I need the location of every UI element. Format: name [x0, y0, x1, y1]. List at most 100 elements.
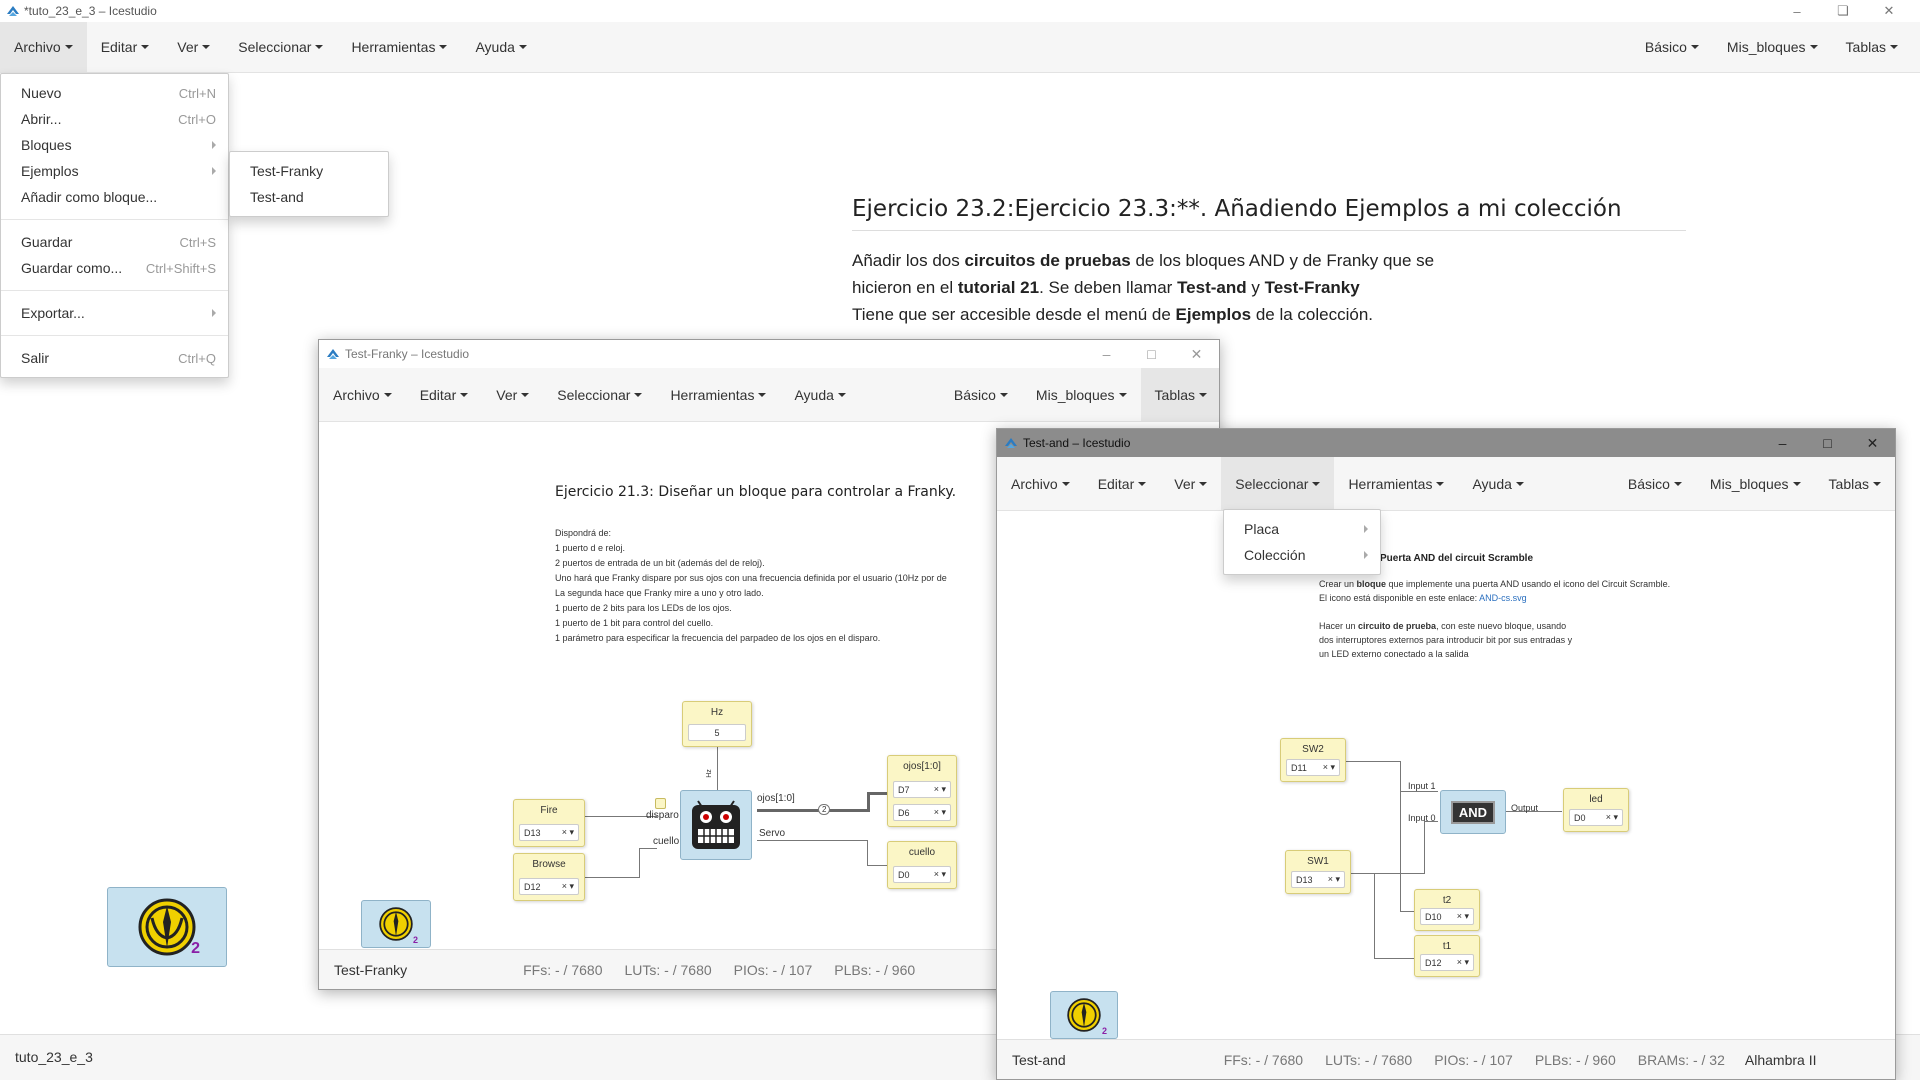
menu-ver[interactable]: Ver — [163, 22, 224, 72]
collection-block[interactable]: 2 — [107, 887, 227, 967]
menu-editar[interactable]: Editar — [1084, 457, 1161, 510]
menu-archivo[interactable]: Archivo — [319, 368, 406, 421]
menu-item-test-and[interactable]: Test-and — [230, 184, 388, 210]
menu-item-coleccion[interactable]: Colección — [1224, 542, 1380, 568]
close-icon[interactable]: ✕ — [1850, 429, 1895, 457]
menu-item-anadir-como-bloque[interactable]: Añadir como bloque... — [1, 184, 228, 210]
menu-item-exportar[interactable]: Exportar... — [1, 300, 228, 326]
icestudio-logo-icon — [7, 6, 19, 16]
ojos-output-block[interactable]: ojos[1:0] D7 × ▾ D6 × ▾ — [887, 755, 957, 827]
pios-counter: PIOs: - / 107 — [1434, 1051, 1513, 1068]
menu-ayuda[interactable]: Ayuda — [780, 368, 859, 421]
led-output-block[interactable]: led D0 × ▾ — [1563, 788, 1629, 832]
minimize-icon[interactable]: – — [1084, 340, 1129, 368]
bus-wire — [867, 792, 887, 795]
menu-ayuda[interactable]: Ayuda — [461, 22, 540, 72]
menu-mis-bloques[interactable]: Mis_bloques — [1713, 22, 1832, 72]
collection-block[interactable]: 2 — [1050, 991, 1118, 1039]
and-svg-link[interactable]: AND-cs.svg — [1479, 593, 1527, 603]
menu-editar[interactable]: Editar — [406, 368, 483, 421]
menu-ayuda[interactable]: Ayuda — [1458, 457, 1537, 510]
caret-down-icon — [1118, 392, 1127, 397]
desc-line: 1 parámetro para especificar la frecuenc… — [555, 633, 881, 643]
menu-item-test-franky[interactable]: Test-Franky — [230, 158, 388, 184]
and-status-bar: Test-and FFs: - / 7680 LUTs: - / 7680 PI… — [997, 1039, 1895, 1079]
t2-output-block[interactable]: t2 D10 × ▾ — [1414, 889, 1480, 931]
menu-item-label: Añadir como bloque... — [21, 189, 158, 205]
maximize-icon[interactable]: □ — [1805, 429, 1850, 457]
menu-basico[interactable]: Básico — [1614, 457, 1696, 510]
caret-down-icon — [758, 392, 767, 397]
menu-seleccionar[interactable]: Seleccionar — [1221, 457, 1335, 510]
menu-herramientas[interactable]: Herramientas — [656, 368, 780, 421]
pin-select[interactable]: D7 × ▾ — [893, 781, 951, 798]
doc-text: . Se deben llamar — [1039, 278, 1178, 297]
pin-select[interactable]: D13 × ▾ — [519, 824, 579, 841]
menu-seleccionar[interactable]: Seleccionar — [543, 368, 656, 421]
menu-seleccionar[interactable]: Seleccionar — [224, 22, 337, 72]
menu-basico[interactable]: Básico — [1631, 22, 1713, 72]
hz-constant-block[interactable]: Hz 5 — [682, 701, 752, 747]
menu-mis-bloques[interactable]: Mis_bloques — [1022, 368, 1141, 421]
t1-output-block[interactable]: t1 D12 × ▾ — [1414, 935, 1480, 977]
menu-herramientas[interactable]: Herramientas — [1334, 457, 1458, 510]
jedi-emblem-icon — [1067, 998, 1101, 1032]
close-icon[interactable]: ✕ — [1174, 340, 1219, 368]
menu-ver[interactable]: Ver — [482, 368, 543, 421]
desc-line: El icono está disponible en este enlace:… — [1319, 591, 1670, 605]
collection-block[interactable]: 2 — [361, 900, 431, 948]
menu-tablas[interactable]: Tablas — [1140, 368, 1219, 421]
sw2-input-block[interactable]: SW2 D11 × ▾ — [1280, 738, 1346, 782]
doc-text: y — [1246, 278, 1265, 297]
pin-select[interactable]: D11 × ▾ — [1286, 759, 1340, 776]
browse-input-block[interactable]: Browse D12 × ▾ — [513, 853, 585, 901]
fire-input-block[interactable]: Fire D13 × ▾ — [513, 799, 585, 847]
close-icon[interactable]: ✕ — [1866, 0, 1912, 22]
and-gate-block[interactable]: AND — [1440, 790, 1506, 834]
shortcut-label: Ctrl+N — [178, 85, 216, 101]
pin-select[interactable]: D6 × ▾ — [893, 804, 951, 821]
menu-editar[interactable]: Editar — [87, 22, 164, 72]
menu-tablas[interactable]: Tablas — [1815, 457, 1895, 510]
board-selector[interactable]: Alhambra II — [1745, 1052, 1817, 1068]
menu-item-ejemplos[interactable]: Ejemplos — [1, 158, 228, 184]
desc-line: dos interruptores externos para introduc… — [1319, 635, 1573, 645]
menu-mis-bloques[interactable]: Mis_bloques — [1696, 457, 1815, 510]
cuello-output-block[interactable]: cuello D0 × ▾ — [887, 841, 957, 889]
franky-block[interactable] — [680, 790, 752, 860]
plbs-counter: PLBs: - / 960 — [834, 961, 916, 978]
menu-item-guardar-como[interactable]: Guardar como... Ctrl+Shift+S — [1, 255, 228, 281]
menu-ver[interactable]: Ver — [1160, 457, 1221, 510]
menu-item-label: Placa — [1244, 521, 1280, 537]
pin-select[interactable]: D0 × ▾ — [893, 866, 951, 883]
pin-select[interactable]: D10 × ▾ — [1420, 908, 1474, 925]
maximize-icon[interactable]: □ — [1129, 340, 1174, 368]
minimize-icon[interactable]: – — [1760, 429, 1805, 457]
menu-tablas[interactable]: Tablas — [1832, 22, 1920, 72]
doc-paragraph: Añadir los dos circuitos de pruebas de l… — [852, 247, 1686, 328]
doc-text: de los bloques AND y de Franky que se — [1130, 251, 1435, 270]
block-name: cuello — [908, 847, 936, 858]
menu-item-nuevo[interactable]: Nuevo Ctrl+N — [1, 80, 228, 106]
minimize-icon[interactable]: – — [1774, 0, 1820, 22]
menu-item-guardar[interactable]: Guardar Ctrl+S — [1, 229, 228, 255]
menu-item-label: Ejemplos — [21, 163, 79, 179]
menu-archivo[interactable]: Archivo — [997, 457, 1084, 510]
pin-select[interactable]: D12 × ▾ — [519, 878, 579, 895]
block-name: Browse — [532, 859, 566, 870]
pin-select[interactable]: D12 × ▾ — [1420, 954, 1474, 971]
pin-select[interactable]: D13 × ▾ — [1291, 871, 1345, 888]
menu-item-abrir[interactable]: Abrir... Ctrl+O — [1, 106, 228, 132]
menu-herramientas[interactable]: Herramientas — [337, 22, 461, 72]
sw1-input-block[interactable]: SW1 D13 × ▾ — [1285, 850, 1351, 894]
menu-item-placa[interactable]: Placa — [1224, 516, 1380, 542]
pin-select[interactable]: D0 × ▾ — [1569, 809, 1623, 826]
maximize-icon[interactable]: ❏ — [1820, 0, 1866, 22]
block-name: Fire — [540, 805, 558, 816]
menu-item-salir[interactable]: Salir Ctrl+Q — [1, 345, 228, 371]
and-canvas[interactable]: Puerta AND del circuit Scramble Crear un… — [997, 511, 1895, 1041]
hz-value-field[interactable]: 5 — [688, 724, 746, 741]
menu-item-bloques[interactable]: Bloques — [1, 132, 228, 158]
menu-basico[interactable]: Básico — [940, 368, 1022, 421]
menu-archivo[interactable]: Archivo — [0, 22, 87, 72]
